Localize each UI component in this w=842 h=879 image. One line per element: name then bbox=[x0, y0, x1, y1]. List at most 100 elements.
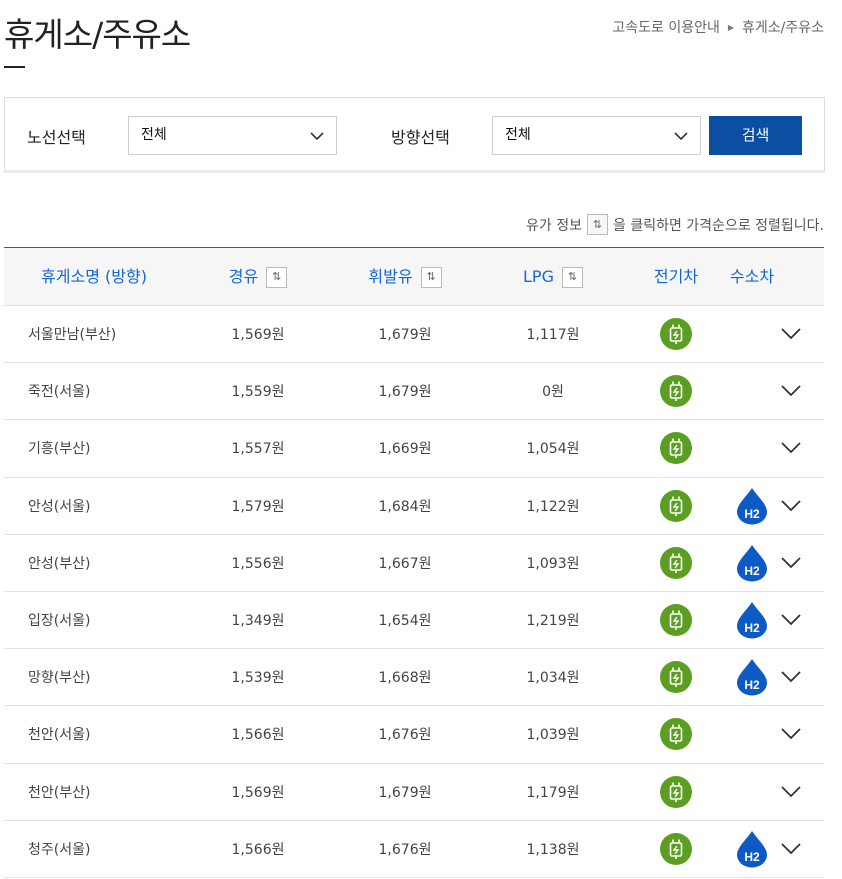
expand-button[interactable] bbox=[778, 420, 804, 476]
diesel-price: 1,579원 bbox=[231, 498, 285, 515]
h2-cell: H2 bbox=[735, 649, 769, 705]
header-diesel-label: 경유 bbox=[228, 267, 259, 286]
table-row[interactable]: 천안(부산) 1,569원 1,679원 1,179원 bbox=[4, 764, 824, 821]
chevron-down-icon bbox=[781, 328, 801, 340]
breadcrumb-item-guide[interactable]: 고속도로 이용안내 bbox=[612, 17, 720, 37]
expand-button[interactable] bbox=[778, 706, 804, 762]
lpg-price: 1,138원 bbox=[526, 841, 580, 858]
rest-area-name[interactable]: 천안(부산) bbox=[28, 764, 90, 820]
expand-button[interactable] bbox=[778, 478, 804, 534]
gasoline-price: 1,676원 bbox=[378, 841, 432, 858]
rest-area-name[interactable]: 천안(서울) bbox=[28, 706, 90, 762]
chevron-down-icon bbox=[781, 385, 801, 397]
direction-label: 방향선택 bbox=[391, 128, 450, 147]
chevron-down-icon bbox=[781, 442, 801, 454]
rest-area-name[interactable]: 망향(부산) bbox=[28, 649, 90, 705]
expand-button[interactable] bbox=[778, 764, 804, 820]
ev-cell bbox=[659, 592, 693, 648]
chevron-down-icon bbox=[310, 132, 324, 141]
lpg-price: 0원 bbox=[542, 384, 564, 401]
lpg-price: 1,179원 bbox=[526, 784, 580, 801]
ev-charger-icon bbox=[660, 832, 692, 865]
svg-text:H2: H2 bbox=[744, 621, 760, 635]
sort-note: 유가 정보 ⇅ 을 클릭하면 가격순으로 정렬됩니다. bbox=[526, 214, 824, 235]
diesel-price: 1,569원 bbox=[231, 784, 285, 801]
route-label: 노선선택 bbox=[27, 128, 86, 147]
ev-cell bbox=[659, 363, 693, 419]
h2-cell bbox=[735, 420, 769, 476]
chevron-down-icon bbox=[781, 614, 801, 626]
header-diesel: 경유 ⇅ bbox=[198, 248, 318, 306]
rest-area-name[interactable]: 안성(부산) bbox=[28, 535, 90, 591]
h2-cell: H2 bbox=[735, 535, 769, 591]
ev-charger-icon bbox=[660, 318, 692, 351]
route-select[interactable]: 전체 bbox=[128, 116, 337, 155]
header-lpg: LPG ⇅ bbox=[493, 248, 613, 306]
lpg-price: 1,093원 bbox=[526, 555, 580, 572]
expand-button[interactable] bbox=[778, 363, 804, 419]
sort-lpg-button[interactable]: ⇅ bbox=[561, 266, 583, 288]
ev-cell bbox=[659, 306, 693, 362]
chevron-down-icon bbox=[674, 132, 688, 141]
expand-button[interactable] bbox=[778, 535, 804, 591]
rest-area-name[interactable]: 입장(서울) bbox=[28, 592, 90, 648]
sort-gasoline-button[interactable]: ⇅ bbox=[420, 266, 442, 288]
svg-text:H2: H2 bbox=[744, 507, 760, 521]
breadcrumb-item-current[interactable]: 휴게소/주유소 bbox=[742, 17, 824, 37]
table-row[interactable]: 천안(서울) 1,566원 1,676원 1,039원 bbox=[4, 706, 824, 764]
expand-button[interactable] bbox=[778, 592, 804, 648]
search-button[interactable]: 검색 bbox=[709, 116, 802, 155]
sort-note-before: 유가 정보 bbox=[526, 217, 582, 234]
rest-area-name[interactable]: 기흥(부산) bbox=[28, 420, 90, 476]
direction-select-value: 전체 bbox=[505, 127, 531, 143]
rest-area-name[interactable]: 서울만남(부산) bbox=[28, 306, 116, 362]
table-row[interactable]: 입장(서울) 1,349원 1,654원 1,219원 H2 bbox=[4, 592, 824, 650]
ev-charger-icon bbox=[660, 718, 692, 751]
lpg-price: 1,039원 bbox=[526, 727, 580, 744]
diesel-price: 1,556원 bbox=[231, 555, 285, 572]
breadcrumb: 고속도로 이용안내 ▶ 휴게소/주유소 bbox=[612, 17, 824, 37]
table-row[interactable]: 청주(서울) 1,566원 1,676원 1,138원 H2 bbox=[4, 821, 824, 878]
rest-area-name[interactable]: 청주(서울) bbox=[28, 821, 90, 877]
page-title: 휴게소/주유소 bbox=[4, 15, 191, 54]
ev-charger-icon bbox=[660, 489, 692, 522]
chevron-down-icon bbox=[781, 557, 801, 569]
lpg-price: 1,054원 bbox=[526, 441, 580, 458]
lpg-price: 1,034원 bbox=[526, 670, 580, 687]
h2-cell bbox=[735, 306, 769, 362]
h2-cell bbox=[735, 764, 769, 820]
table-row[interactable]: 서울만남(부산) 1,569원 1,679원 1,117원 bbox=[4, 306, 824, 364]
table-row[interactable]: 안성(서울) 1,579원 1,684원 1,122원 H2 bbox=[4, 478, 824, 535]
rest-area-name[interactable]: 죽전(서울) bbox=[28, 363, 90, 419]
header-lpg-label: LPG bbox=[523, 267, 554, 286]
rest-area-name[interactable]: 안성(서울) bbox=[28, 478, 90, 534]
expand-button[interactable] bbox=[778, 821, 804, 877]
ev-charger-icon bbox=[660, 432, 692, 465]
header-ev: 전기차 bbox=[636, 248, 716, 306]
ev-cell bbox=[659, 478, 693, 534]
gasoline-price: 1,679원 bbox=[378, 784, 432, 801]
h2-cell bbox=[735, 706, 769, 762]
sort-note-after: 을 클릭하면 가격순으로 정렬됩니다. bbox=[613, 217, 824, 234]
hydrogen-drop-icon: H2 bbox=[737, 487, 767, 525]
expand-button[interactable] bbox=[778, 306, 804, 362]
svg-text:H2: H2 bbox=[744, 564, 760, 578]
diesel-price: 1,559원 bbox=[231, 384, 285, 401]
ev-cell bbox=[659, 706, 693, 762]
table-row[interactable]: 죽전(서울) 1,559원 1,679원 0원 bbox=[4, 363, 824, 421]
header-ev-label: 전기차 bbox=[653, 267, 699, 286]
h2-cell: H2 bbox=[735, 592, 769, 648]
chevron-down-icon bbox=[781, 728, 801, 740]
direction-select[interactable]: 전체 bbox=[492, 116, 701, 155]
hydrogen-drop-icon: H2 bbox=[737, 659, 767, 696]
ev-charger-icon bbox=[660, 604, 692, 637]
lpg-price: 1,219원 bbox=[526, 613, 580, 630]
ev-cell bbox=[659, 420, 693, 476]
table-row[interactable]: 기흥(부산) 1,557원 1,669원 1,054원 bbox=[4, 420, 824, 478]
sort-diesel-button[interactable]: ⇅ bbox=[266, 266, 288, 288]
chevron-down-icon bbox=[781, 785, 801, 797]
diesel-price: 1,539원 bbox=[231, 670, 285, 687]
table-row[interactable]: 안성(부산) 1,556원 1,667원 1,093원 H2 bbox=[4, 535, 824, 592]
expand-button[interactable] bbox=[778, 649, 804, 705]
table-row[interactable]: 망향(부산) 1,539원 1,668원 1,034원 H2 bbox=[4, 649, 824, 707]
